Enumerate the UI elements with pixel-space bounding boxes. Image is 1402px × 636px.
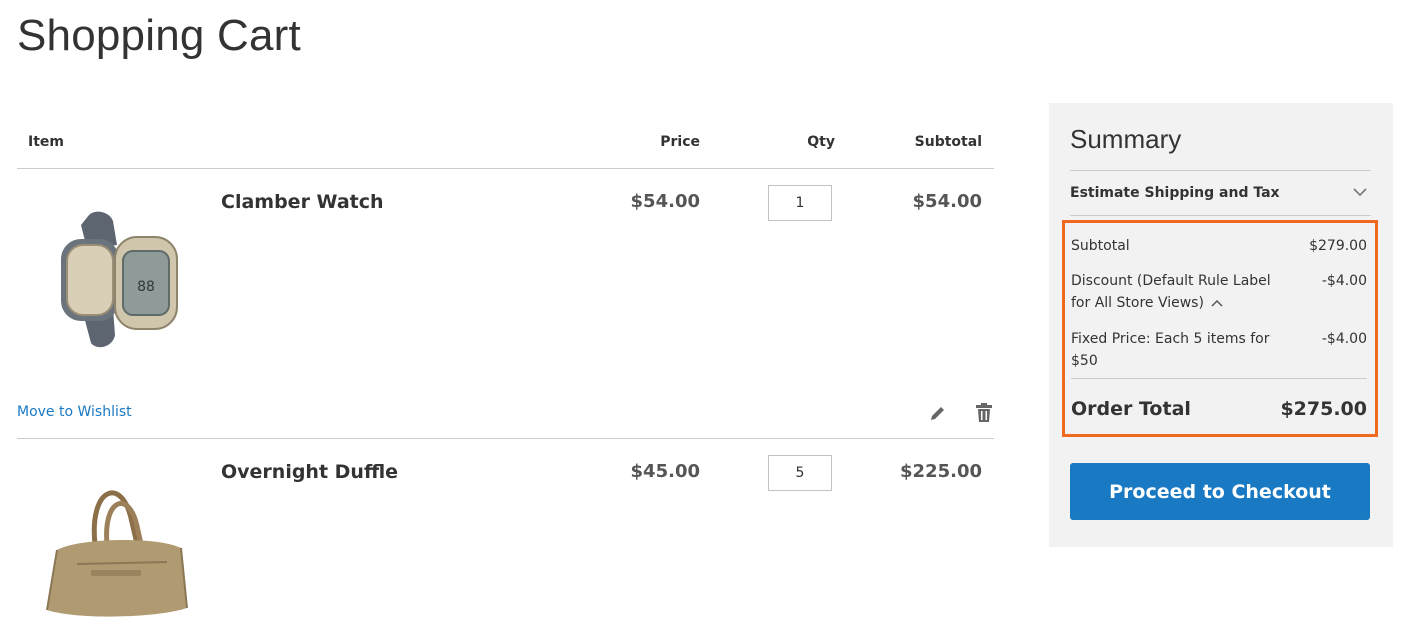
divider <box>17 438 994 439</box>
trash-icon[interactable] <box>973 402 995 424</box>
discount-label-row[interactable]: Discount (Default Rule Label for All Sto… <box>1071 270 1281 314</box>
product-price: $45.00 <box>630 461 700 482</box>
pencil-icon[interactable] <box>927 402 949 424</box>
product-price: $54.00 <box>630 191 700 212</box>
order-total-label: Order Total <box>1071 398 1191 420</box>
proceed-to-checkout-button[interactable]: Proceed to Checkout <box>1070 463 1370 520</box>
column-header-item: Item <box>28 134 64 150</box>
estimate-shipping-toggle[interactable]: Estimate Shipping and Tax <box>1070 184 1280 202</box>
qty-input[interactable] <box>768 185 832 221</box>
chevron-up-icon[interactable] <box>1210 298 1224 308</box>
product-subtotal: $54.00 <box>912 191 982 212</box>
product-subtotal: $225.00 <box>900 461 982 482</box>
qty-input[interactable] <box>768 455 832 491</box>
divider <box>17 168 994 169</box>
divider <box>1071 378 1367 379</box>
order-summary: Summary Estimate Shipping and Tax Subtot… <box>1049 103 1393 547</box>
fixed-price-value: -$4.00 <box>1321 331 1367 347</box>
discount-label: Discount (Default Rule Label for All Sto… <box>1071 273 1271 311</box>
watch-image[interactable]: 88 <box>37 205 187 357</box>
fixed-price-label: Fixed Price: Each 5 items for $50 <box>1071 331 1270 369</box>
divider <box>1070 170 1371 171</box>
column-header-subtotal: Subtotal <box>914 134 982 150</box>
discount-value: -$4.00 <box>1321 273 1367 289</box>
subtotal-value: $279.00 <box>1309 238 1367 254</box>
subtotal-label: Subtotal <box>1071 238 1130 254</box>
column-header-price: Price <box>660 134 700 150</box>
move-to-wishlist-link[interactable]: Move to Wishlist <box>17 403 132 421</box>
cart-table: Item Price Qty Subtotal 88 Clamber Watch… <box>17 0 994 636</box>
order-total-value: $275.00 <box>1280 398 1367 420</box>
totals-highlight-box: Subtotal $279.00 Discount (Default Rule … <box>1062 220 1378 437</box>
chevron-down-icon[interactable] <box>1351 183 1369 201</box>
duffle-bag-image[interactable] <box>37 478 197 626</box>
divider <box>1070 215 1371 216</box>
column-header-qty: Qty <box>807 134 835 150</box>
summary-title: Summary <box>1070 124 1182 154</box>
product-name[interactable]: Overnight Duffle <box>221 460 398 484</box>
product-name[interactable]: Clamber Watch <box>221 190 384 214</box>
svg-text:88: 88 <box>137 279 155 295</box>
